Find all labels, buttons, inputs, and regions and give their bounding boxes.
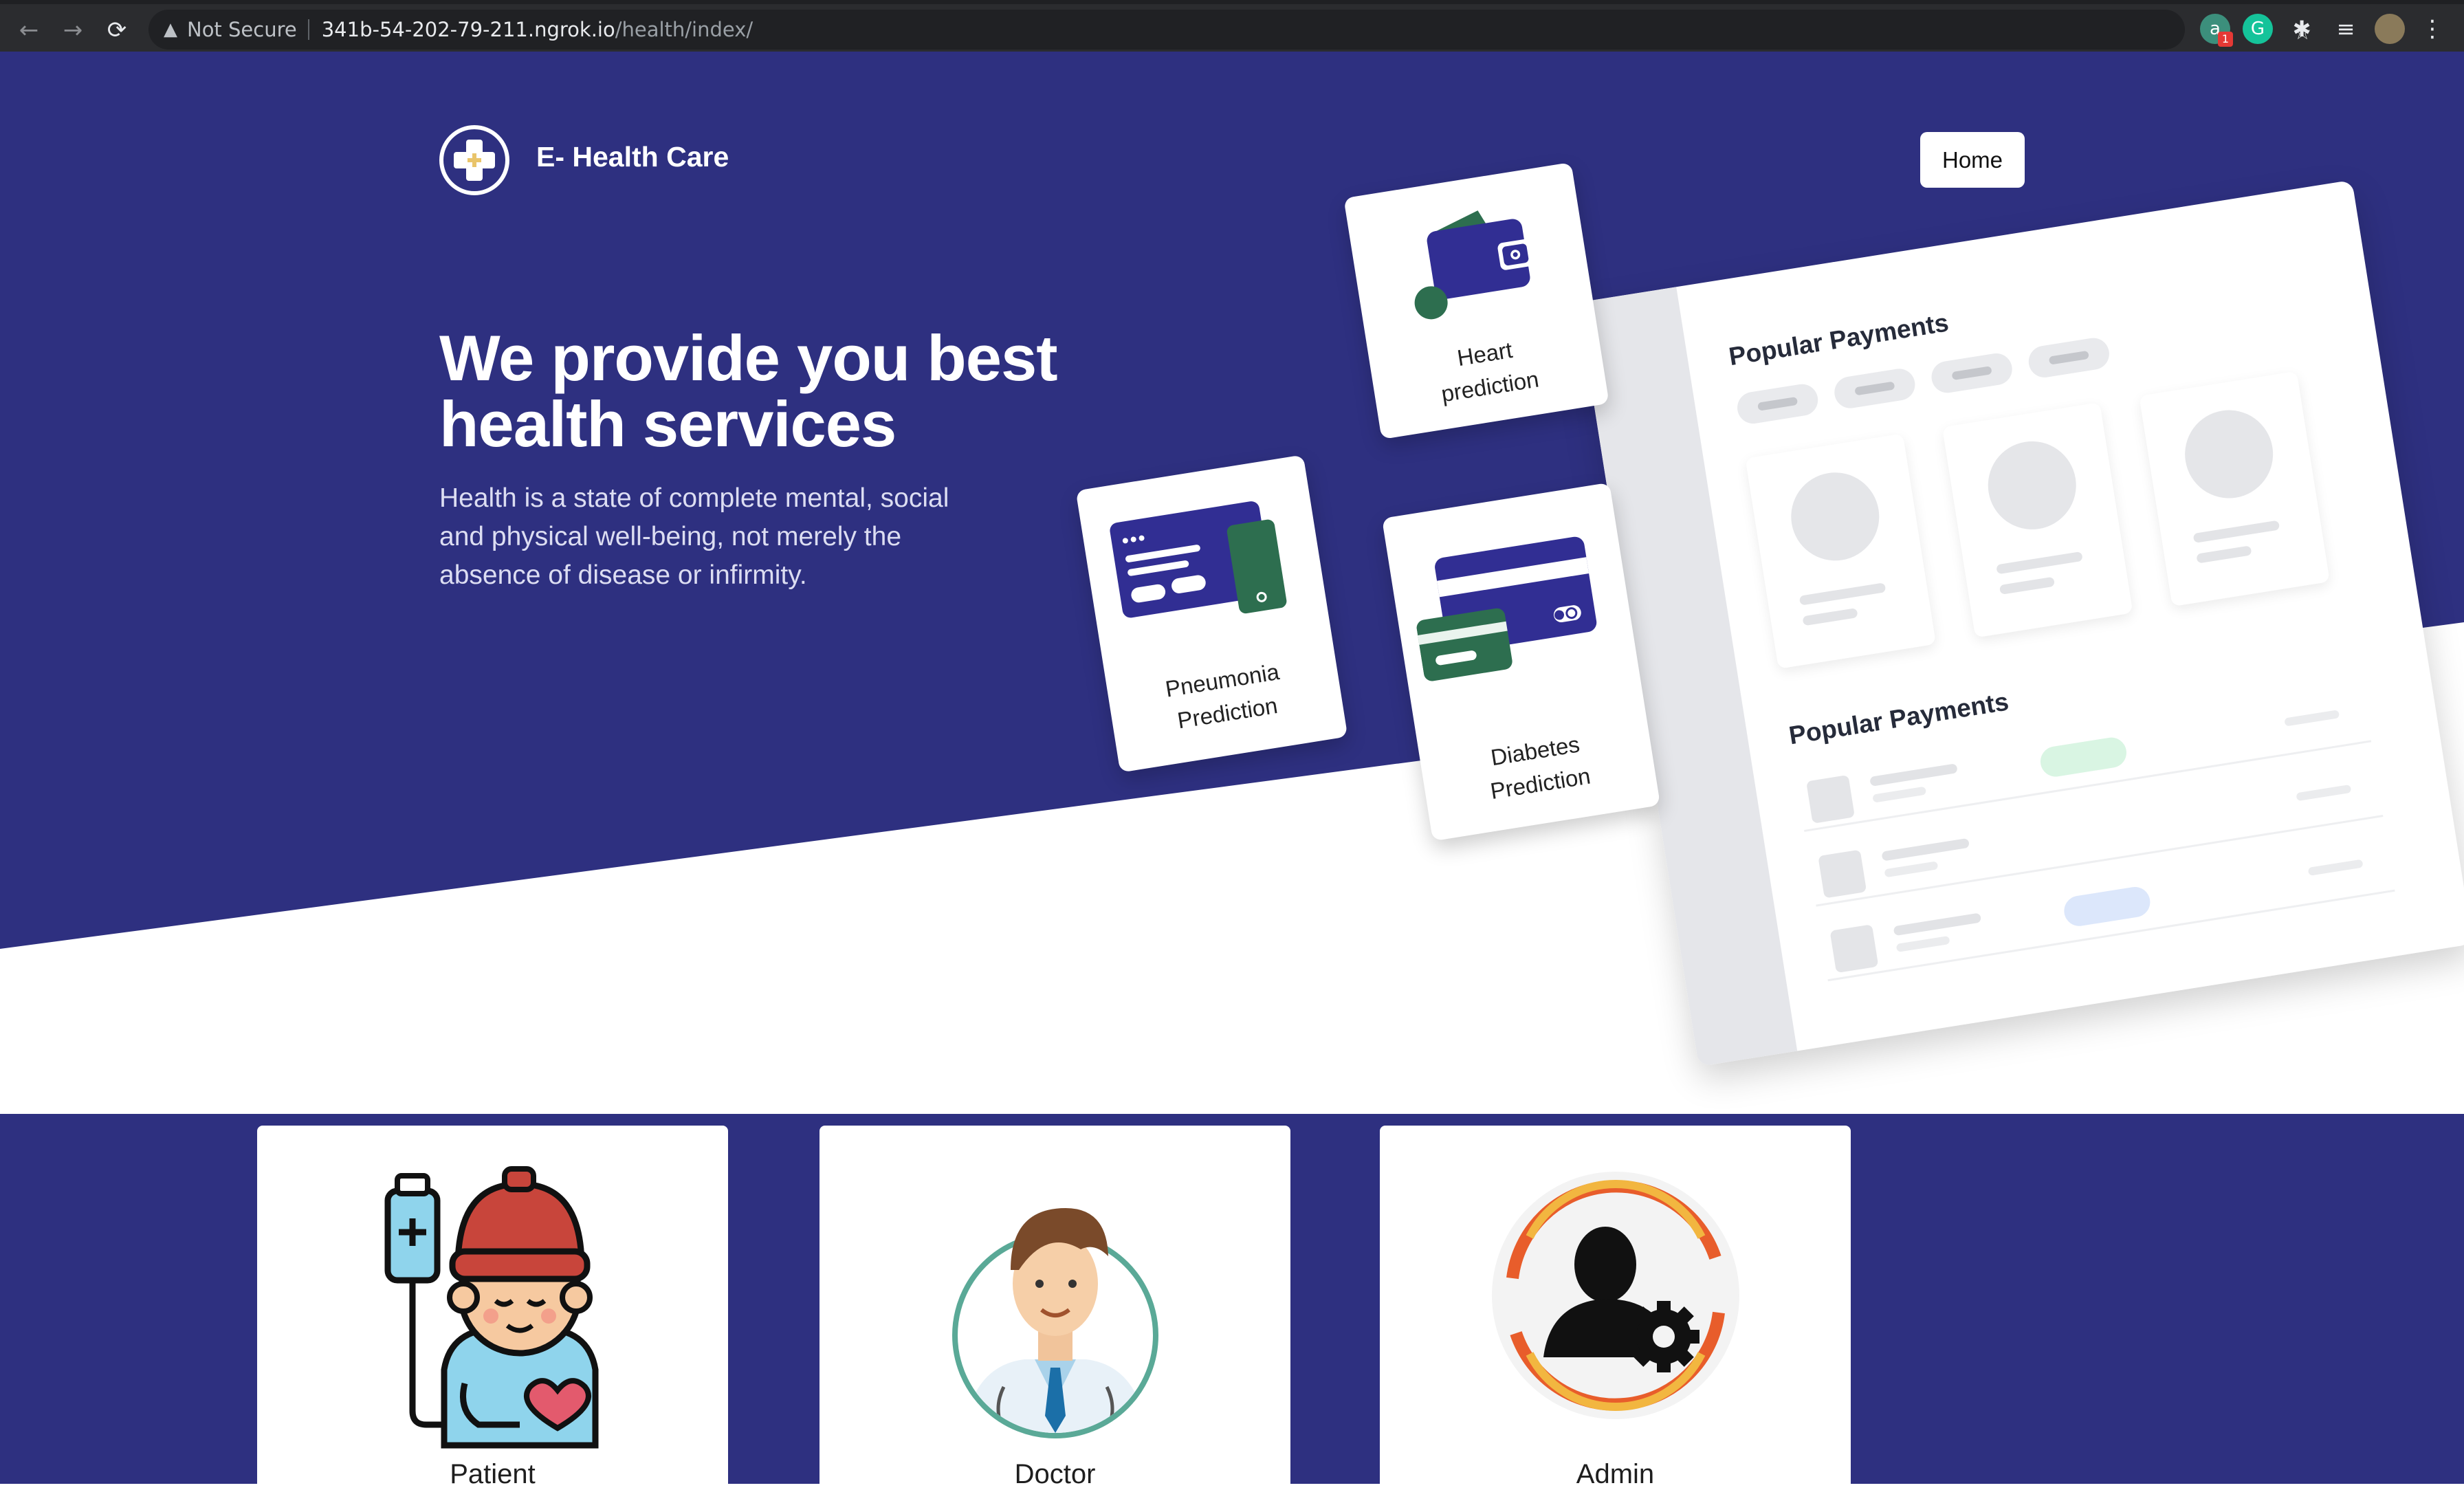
brand-name[interactable]: E- Health Care — [536, 141, 729, 173]
medical-cross-icon — [454, 140, 495, 181]
address-separator — [307, 19, 309, 40]
wallet-icon — [1414, 210, 1533, 320]
extension-badge: 1 — [2218, 32, 2233, 47]
doctor-label: Doctor — [1014, 1459, 1096, 1489]
reading-list-icon[interactable]: ≡ — [2331, 14, 2361, 44]
pneumonia-prediction-card[interactable]: Pneumonia Prediction — [1075, 454, 1348, 773]
filter-pill — [1735, 382, 1820, 426]
filter-pill — [2026, 336, 2112, 380]
placeholder-card — [1942, 402, 2133, 638]
menu-kebab-icon[interactable]: ⋮ — [2417, 14, 2448, 44]
hero-section: E- Health Care Home We provide you best … — [0, 52, 2464, 1114]
placeholder-card — [2139, 371, 2330, 607]
placeholder-card — [1745, 433, 1937, 669]
filter-pill — [1929, 351, 2014, 395]
home-button[interactable]: Home — [1920, 132, 2025, 188]
patient-label: Patient — [450, 1459, 536, 1489]
admin-card[interactable]: Admin — [1380, 1126, 1851, 1489]
dashboard-illustration: Popular Payments Popular Payments — [1578, 179, 2464, 1067]
browser-toolbar: ← → ⟳ ▲ Not Secure 341b-54-202-79-211.ng… — [0, 0, 2464, 52]
address-bar[interactable]: ▲ Not Secure 341b-54-202-79-211.ngrok.io… — [148, 10, 2311, 50]
admin-icon — [1492, 1172, 1739, 1419]
url-path: /health/index/ — [615, 18, 754, 41]
back-arrow-icon[interactable]: ← — [10, 11, 48, 50]
headline-line-2: health services — [439, 388, 896, 460]
url-host: 341b-54-202-79-211.ngrok.io — [321, 18, 615, 41]
reload-icon[interactable]: ⟳ — [98, 11, 136, 50]
admin-label: Admin — [1576, 1459, 1655, 1489]
profile-avatar[interactable] — [2375, 14, 2405, 44]
filter-pill — [1832, 366, 1917, 410]
puzzle-extensions-icon[interactable]: ✱ — [2287, 14, 2317, 44]
grammarly-icon[interactable]: G — [2243, 14, 2273, 44]
hero-subtext: Health is a state of complete mental, so… — [439, 483, 949, 590]
panel-title-1: Popular Payments — [1726, 308, 1951, 371]
doctor-card[interactable]: Doctor — [820, 1126, 1290, 1489]
brand-logo[interactable] — [439, 125, 509, 195]
patient-card[interactable]: Patient — [257, 1126, 728, 1489]
hero-headline: We provide you best health services — [439, 325, 1127, 457]
patient-icon — [384, 1166, 599, 1449]
forward-arrow-icon[interactable]: → — [54, 11, 92, 50]
credit-card-phone-icon — [1110, 501, 1287, 618]
heart-prediction-card[interactable]: Heart prediction — [1343, 162, 1609, 440]
security-label: Not Secure — [187, 18, 297, 41]
payment-cards-icon — [1416, 536, 1597, 681]
headline-line-1: We provide you best — [439, 322, 1058, 394]
doctor-icon — [952, 1208, 1158, 1438]
warning-icon: ▲ — [164, 19, 177, 40]
